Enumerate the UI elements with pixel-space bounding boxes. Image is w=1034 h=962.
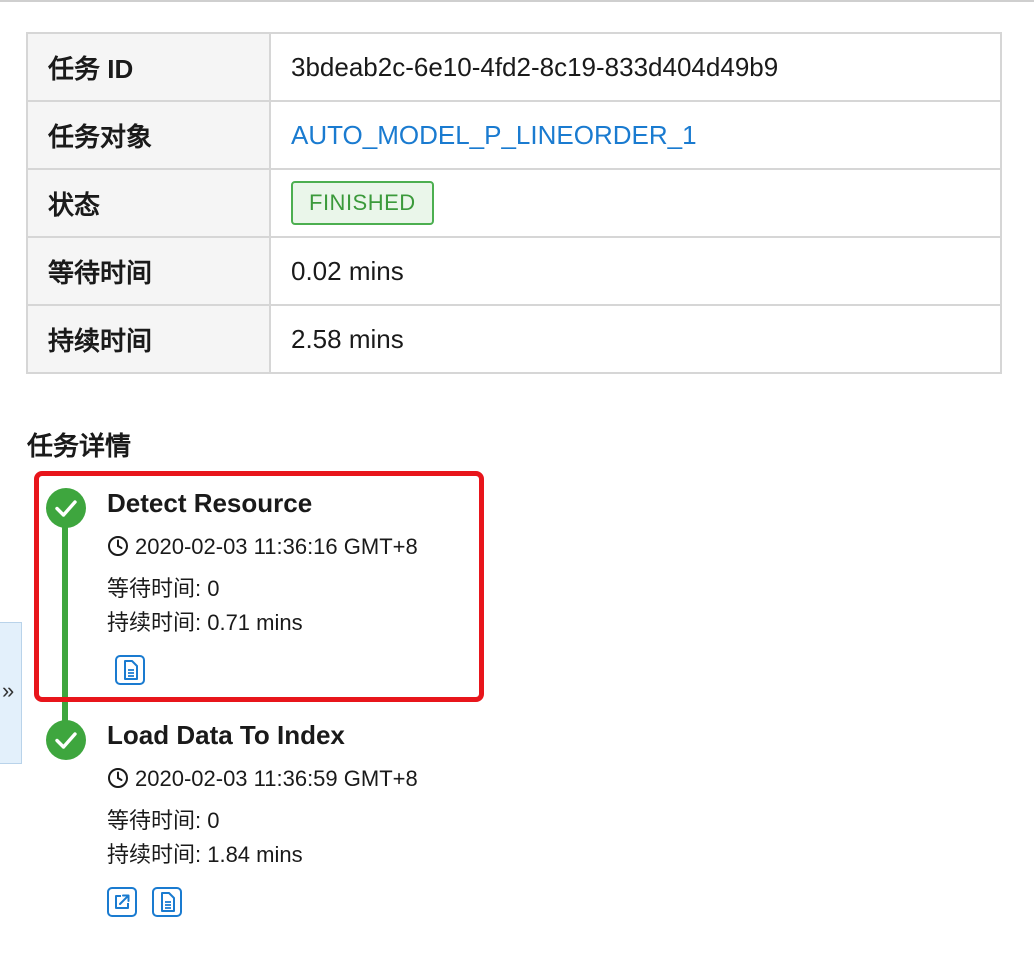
highlight-box — [34, 471, 484, 702]
status-label: 状态 — [26, 168, 271, 238]
expand-panel-tab[interactable]: » — [0, 622, 22, 764]
step-duration: 持续时间: 1.84 mins — [107, 842, 303, 867]
duration-value: 2.58 mins — [269, 304, 1002, 374]
top-divider — [0, 0, 1034, 2]
clock-icon — [108, 768, 128, 788]
duration-label: 持续时间 — [26, 304, 271, 374]
open-external-icon — [115, 894, 130, 909]
task-id-value: 3bdeab2c-6e10-4fd2-8c19-833d404d49b9 — [269, 32, 1002, 102]
task-info-table: 任务 ID 3bdeab2c-6e10-4fd2-8c19-833d404d49… — [26, 32, 1002, 374]
step-wait-time: 等待时间: 0 — [107, 808, 220, 833]
status-badge: FINISHED — [291, 181, 434, 225]
check-icon — [46, 720, 86, 760]
table-row: 持续时间 2.58 mins — [26, 304, 1002, 374]
view-log-button[interactable] — [152, 887, 182, 917]
double-chevron-right-icon: » — [2, 678, 15, 703]
table-row: 任务对象 AUTO_MODEL_P_LINEORDER_1 — [26, 100, 1002, 170]
open-job-button[interactable] — [107, 887, 137, 917]
task-id-label: 任务 ID — [26, 32, 271, 102]
wait-time-label: 等待时间 — [26, 236, 271, 306]
wait-time-value: 0.02 mins — [269, 236, 1002, 306]
log-file-icon — [161, 892, 175, 912]
task-object-link[interactable]: AUTO_MODEL_P_LINEORDER_1 — [291, 120, 697, 150]
step-time-text: 2020-02-03 11:36:59 GMT+8 — [135, 766, 418, 791]
step-name: Load Data To Index — [107, 720, 345, 750]
table-row: 状态 FINISHED — [26, 168, 1002, 238]
step-timestamp: 2020-02-03 11:36:59 GMT+8 — [107, 766, 418, 792]
table-row: 任务 ID 3bdeab2c-6e10-4fd2-8c19-833d404d49… — [26, 32, 1002, 102]
task-details-title: 任务详情 — [27, 431, 132, 461]
table-row: 等待时间 0.02 mins — [26, 236, 1002, 306]
task-object-label: 任务对象 — [26, 100, 271, 170]
